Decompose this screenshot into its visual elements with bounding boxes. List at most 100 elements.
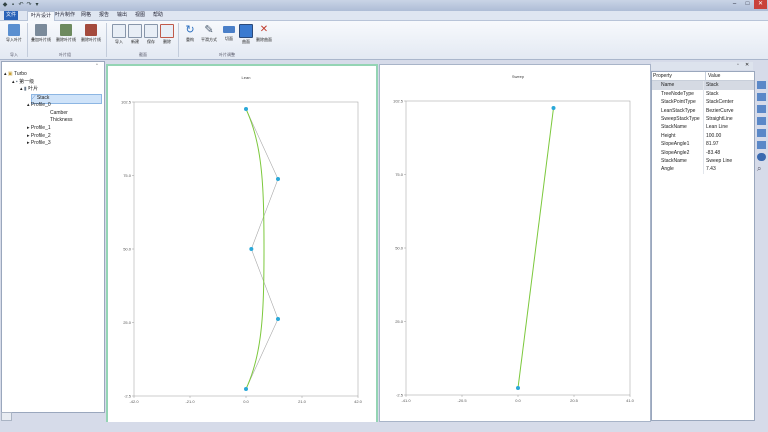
refresh-icon: ↻ [185, 24, 195, 36]
property-row[interactable]: TreeNodeType Stack [652, 89, 754, 99]
smoothing-button[interactable]: ✎ 平滑方式 [199, 23, 219, 49]
close-icon[interactable]: ✕ [745, 62, 749, 68]
tab-file[interactable]: 文件 [4, 11, 18, 20]
grid-view-icon[interactable] [757, 93, 766, 101]
property-value[interactable]: Stack [704, 81, 719, 89]
import-blade-button[interactable]: 导入叶片 [4, 23, 24, 49]
tree-node-profile-3[interactable]: ▸ Profile_3 [27, 140, 51, 148]
sweep-chart: Sweep -2.5 25.0 50.0 75.0 102.5 -41.0 -20.5 0.0 2… [393, 74, 635, 403]
grid-view-icon[interactable] [757, 117, 766, 125]
x-tick-label: -21.0 [185, 399, 195, 404]
collapse-icon[interactable]: ▴ [4, 71, 7, 77]
pin-icon[interactable]: ▫ [737, 62, 739, 68]
property-row[interactable]: StackName Sweep Line [652, 157, 754, 166]
property-value[interactable]: -83.48 [704, 149, 720, 157]
property-value[interactable]: 100.00 [704, 132, 721, 140]
property-row[interactable]: StackPointType StackCenter [652, 98, 754, 107]
document-icon [128, 24, 142, 38]
tree-node-thickness[interactable]: Thickness [50, 117, 73, 125]
rebuild-button[interactable]: ↻ 重构 [180, 23, 200, 49]
property-row[interactable]: Name Stack [652, 81, 754, 90]
lean-chart: Lean -2.5 25.0 50.0 75.0 102.5 -42.0 -21.0 0.0 21… [121, 75, 363, 404]
tree-node-blade[interactable]: ▴ ▮ 叶片 [20, 86, 38, 94]
tree-node-stage-label: 第一级 [19, 79, 35, 85]
property-name: TreeNodeType [652, 89, 704, 99]
grid-view-icon[interactable] [757, 141, 766, 149]
stack-icon: ⟋ [32, 95, 36, 101]
expand-icon[interactable]: ▸ [27, 133, 30, 139]
property-value[interactable]: 81.97 [704, 140, 719, 148]
maximize-button[interactable]: □ [741, 0, 754, 9]
rebuild-label: 重构 [186, 37, 194, 42]
collapse-icon[interactable]: ▴ [20, 86, 23, 92]
group-import-label: 导入 [10, 52, 18, 57]
tab-view[interactable]: 视图 [132, 11, 148, 20]
control-point [516, 386, 520, 390]
property-value[interactable]: BezierCurve [704, 107, 734, 115]
redo-icon[interactable]: ↷ [26, 2, 32, 8]
property-rows: Name Stack TreeNodeType Stack StackPointType… [652, 81, 754, 174]
property-row[interactable]: SweepStackType StraightLine [652, 115, 754, 124]
surface-button[interactable]: 曲面 [236, 23, 256, 49]
tab-blade-design[interactable]: 叶片设计 [27, 11, 56, 21]
property-value[interactable]: StackCenter [704, 98, 734, 106]
stack-blade-line-button[interactable]: 叠加叶片线 [31, 23, 51, 49]
property-row[interactable]: StackName Lean Line [652, 123, 754, 132]
pen-icon: ✎ [204, 24, 214, 36]
close-button[interactable]: ✕ [754, 0, 767, 9]
control-point [276, 317, 280, 321]
tree-node-profile-1[interactable]: ▸ Profile_1 [27, 125, 51, 133]
y-tick-label: 75.0 [395, 172, 404, 177]
x-tick-label: 20.5 [570, 398, 579, 403]
blade-icon: ▮ [23, 86, 27, 92]
expand-icon[interactable]: ▸ [27, 140, 30, 146]
grid-view-icon[interactable] [757, 129, 766, 137]
y-tick-label: 102.5 [393, 99, 404, 104]
tab-blade-make[interactable]: 叶片制作 [52, 11, 78, 20]
y-tick-label: 75.0 [123, 173, 132, 178]
group-blade-adjust-label: 叶片调整 [219, 52, 235, 57]
grid-view-icon[interactable] [757, 105, 766, 113]
globe-icon[interactable] [757, 153, 766, 161]
property-name: SlopeAngle2 [652, 148, 704, 158]
tree-node-turbo[interactable]: ▴ ▣ Turbo [4, 71, 27, 79]
grid-view-icon[interactable] [757, 81, 766, 89]
property-row[interactable]: SlopeAngle1 81.97 [652, 140, 754, 149]
property-row[interactable]: SlopeAngle2 -83.48 [652, 148, 754, 158]
tree-node-profile-0[interactable]: ▴ Profile_0 [27, 102, 51, 110]
save-icon[interactable]: ▪ [10, 2, 16, 8]
delete-surface-label: 删除曲面 [256, 37, 272, 42]
tab-output[interactable]: 输出 [114, 11, 130, 20]
tree-node-profile-0-label: Profile_0 [30, 102, 51, 108]
collapse-icon[interactable]: ▴ [27, 102, 30, 108]
horizontal-scrollbar[interactable] [1, 412, 12, 421]
tab-mesh[interactable]: 网格 [78, 11, 94, 20]
property-value[interactable]: Sweep Line [704, 157, 732, 165]
property-row[interactable]: Angle 7.43 [652, 165, 754, 174]
x-tick-label: -42.0 [129, 399, 139, 404]
property-row[interactable]: LeanStackType BezierCurve [652, 106, 754, 116]
tree-node-profile-2-label: Profile_2 [30, 133, 51, 139]
pin-icon[interactable]: ▫ [96, 62, 98, 68]
quick-access-dropdown-icon[interactable]: ▾ [34, 2, 40, 8]
property-row[interactable]: Height 100.00 [652, 131, 754, 141]
tab-report[interactable]: 报告 [96, 11, 112, 20]
y-tick-label: 50.0 [395, 246, 404, 251]
delete-surface-button[interactable]: ✕ 删除曲面 [254, 23, 274, 49]
delete-blade-line-button-2[interactable]: 删除叶片线 [81, 23, 101, 49]
collapse-icon[interactable]: ▴ [12, 79, 15, 85]
property-value[interactable]: Lean Line [704, 123, 728, 131]
expand-icon[interactable]: ▸ [27, 125, 30, 131]
delete-blade-line-label: 删除叶片线 [56, 37, 76, 42]
property-name: StackName [652, 123, 704, 132]
minimize-button[interactable]: – [728, 0, 741, 9]
delete-blade-line-button[interactable]: 删除叶片线 [56, 23, 76, 49]
property-value[interactable]: StraightLine [704, 115, 733, 123]
tab-help[interactable]: 帮助 [150, 11, 166, 20]
delete-section-button[interactable]: 删除 [157, 23, 177, 49]
zoom-icon[interactable]: ⌕ [757, 165, 766, 173]
property-column-header: Property [652, 72, 706, 81]
undo-icon[interactable]: ↶ [18, 2, 24, 8]
property-value[interactable]: Stack [704, 90, 719, 98]
property-value[interactable]: 7.43 [704, 165, 716, 173]
